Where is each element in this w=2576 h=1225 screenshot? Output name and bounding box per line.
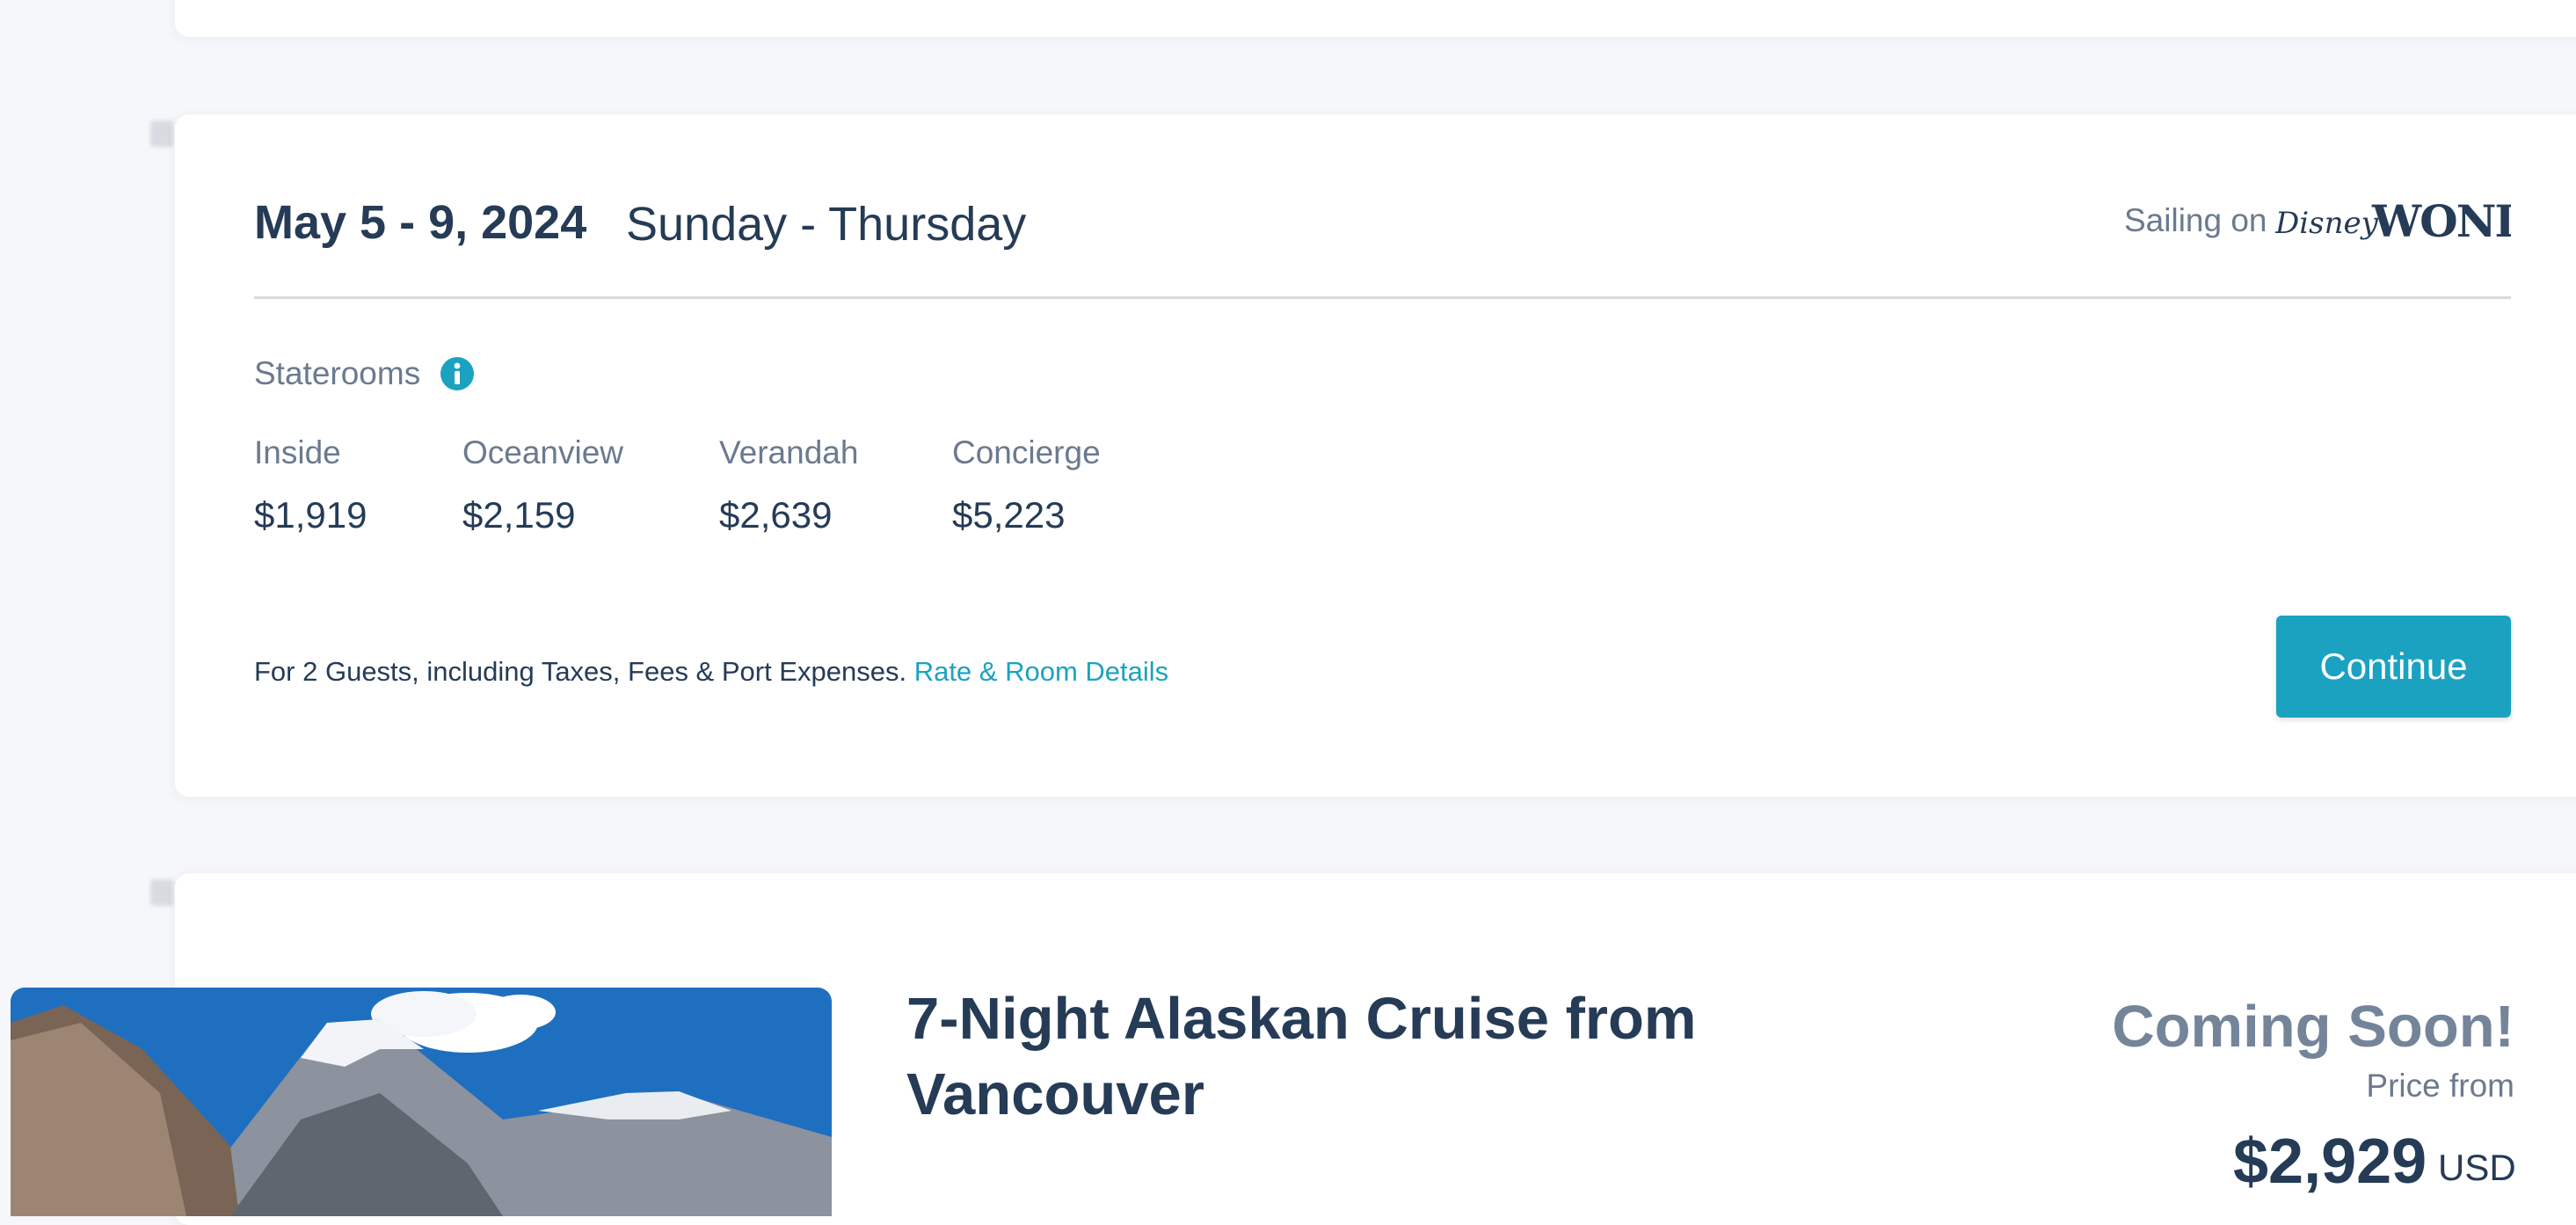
pricing-footnote-text: For 2 Guests, including Taxes, Fees & Po… <box>254 656 907 687</box>
cruise-price: $2,929 <box>2233 1127 2427 1197</box>
rate-room-details-link[interactable]: Rate & Room Details <box>914 656 1168 687</box>
coming-soon-label: Coming Soon! <box>2112 994 2514 1060</box>
room-label-verandah: Verandah <box>719 434 859 470</box>
sailing-on-label: Sailing on <box>2124 202 2267 238</box>
alaska-mountain-image[interactable] <box>11 988 832 1216</box>
room-label-concierge: Concierge <box>952 434 1101 470</box>
room-price-inside: $1,919 <box>254 494 367 536</box>
room-price-concierge: $5,223 <box>952 494 1066 536</box>
card-divider <box>254 296 2511 299</box>
room-price-verandah: $2,639 <box>719 494 833 536</box>
continue-button[interactable]: Continue <box>2276 616 2511 718</box>
price-currency: USD <box>2438 1147 2516 1188</box>
staterooms-label: Staterooms <box>254 355 421 391</box>
svg-text:Disney: Disney <box>2275 206 2379 241</box>
disney-wonder-logo: Disney WONDER <box>2274 189 2576 258</box>
svg-text:WONDER: WONDER <box>2371 195 2511 247</box>
card-tab-marker <box>150 120 173 147</box>
sailing-date-range: May 5 - 9, 2024 <box>254 196 587 249</box>
pricing-footnote: For 2 Guests, including Taxes, Fees & Po… <box>254 656 1168 688</box>
card-tab-marker <box>150 879 173 906</box>
room-price-oceanview: $2,159 <box>462 494 576 536</box>
sailing-days: Sunday - Thursday <box>626 198 1027 251</box>
room-label-oceanview: Oceanview <box>462 434 624 470</box>
cruise-title[interactable]: 7-Night Alaskan Cruise from Vancouver <box>906 981 1750 1133</box>
previous-sailing-card <box>175 0 2576 37</box>
room-label-inside: Inside <box>254 434 341 470</box>
price-from-label: Price from <box>2366 1068 2514 1104</box>
info-icon[interactable] <box>440 357 474 390</box>
